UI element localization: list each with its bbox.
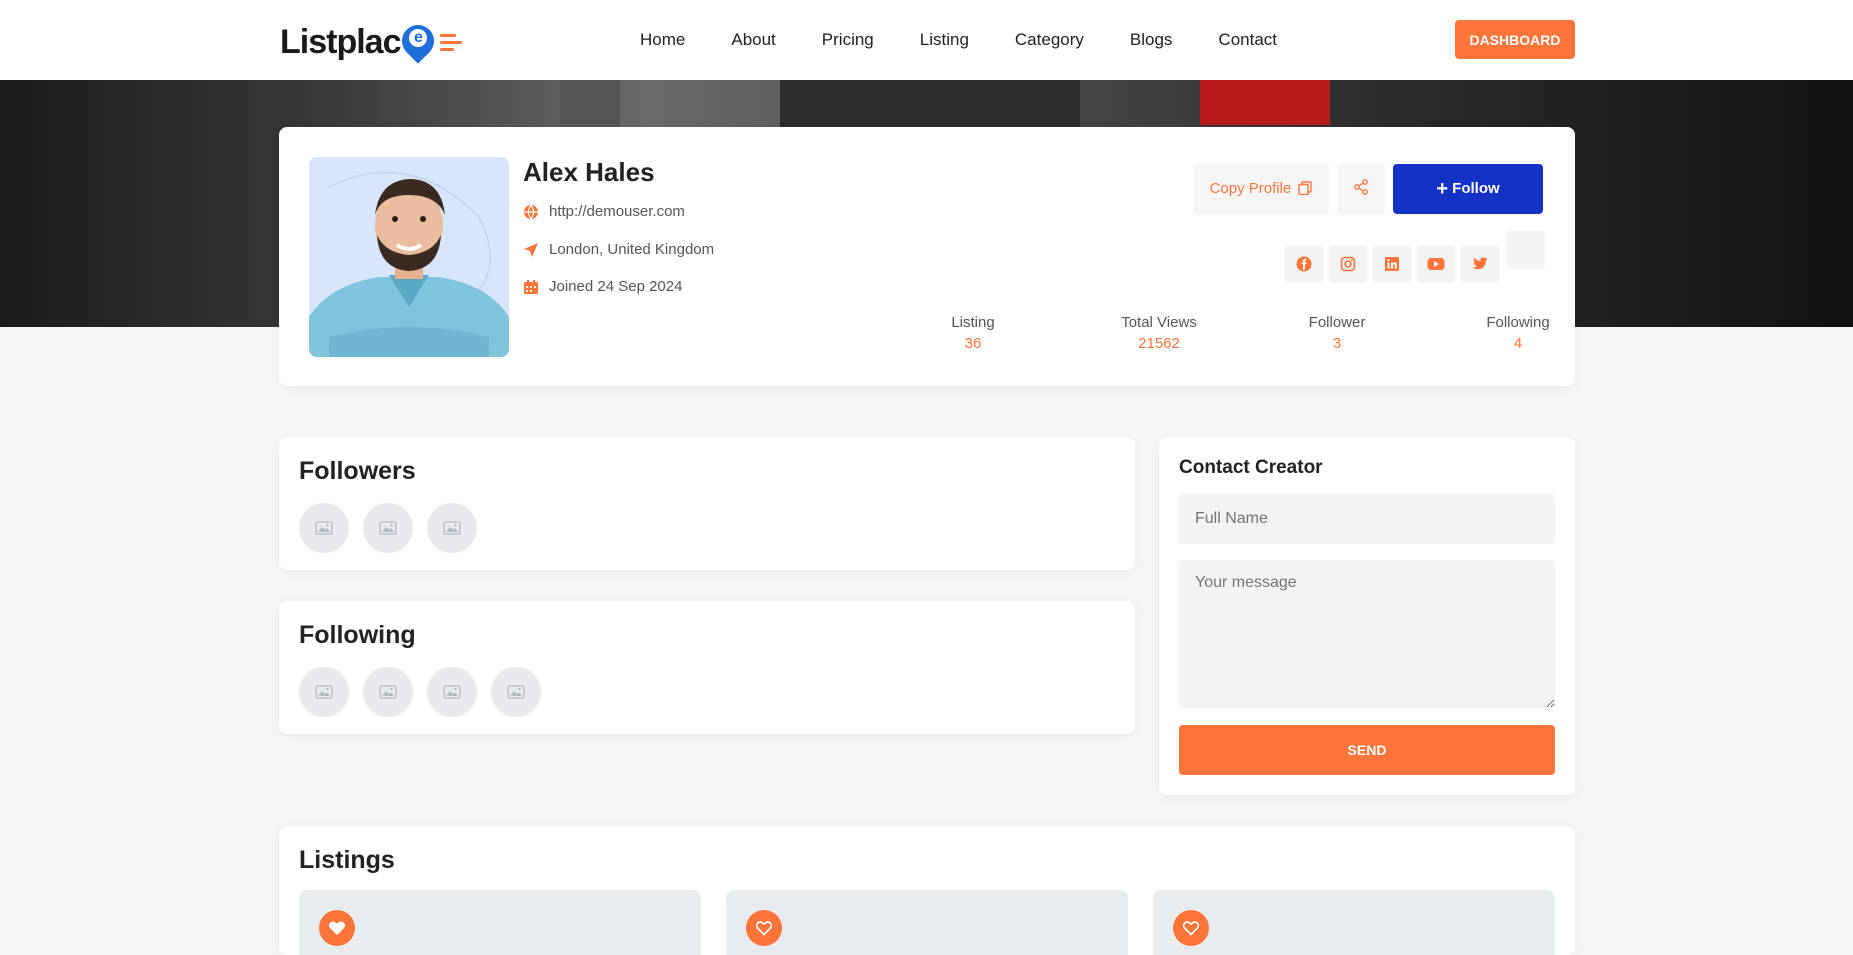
facebook-icon xyxy=(1296,256,1312,272)
send-button[interactable]: SEND xyxy=(1179,725,1555,775)
twitter-icon xyxy=(1472,257,1488,270)
copy-profile-label: Copy Profile xyxy=(1209,180,1292,197)
following-avatar[interactable] xyxy=(491,667,541,717)
logo[interactable]: Listplac e xyxy=(280,18,463,64)
follow-label: Follow xyxy=(1452,179,1500,197)
share-button[interactable] xyxy=(1337,163,1385,214)
image-placeholder-icon xyxy=(379,685,397,699)
facebook-button[interactable] xyxy=(1285,245,1323,283)
favorite-button[interactable] xyxy=(319,910,355,946)
heart-outline-icon xyxy=(755,921,773,936)
listings-title: Listings xyxy=(299,846,395,874)
contact-title: Contact Creator xyxy=(1179,457,1323,478)
image-placeholder-icon xyxy=(443,521,461,535)
follower-avatar[interactable] xyxy=(427,503,477,553)
speed-lines-icon xyxy=(440,33,463,51)
stat-following: Following 4 xyxy=(1473,314,1563,352)
joined-text: Joined 24 Sep 2024 xyxy=(549,278,683,295)
listing-card[interactable] xyxy=(299,890,701,955)
globe-icon xyxy=(524,204,538,219)
nav-category[interactable]: Category xyxy=(1015,30,1084,50)
image-placeholder-icon xyxy=(507,685,525,699)
follower-avatar[interactable] xyxy=(363,503,413,553)
stat-follower: Follower 3 xyxy=(1292,314,1382,352)
main-nav: Home About Pricing Listing Category Blog… xyxy=(640,30,1323,50)
youtube-icon xyxy=(1427,258,1445,270)
heart-filled-icon xyxy=(328,921,346,935)
contact-creator-section: Contact Creator SEND xyxy=(1159,437,1575,795)
linkedin-button[interactable] xyxy=(1373,245,1411,283)
instagram-icon xyxy=(1340,256,1356,272)
image-placeholder-icon xyxy=(379,521,397,535)
heart-outline-icon xyxy=(1182,921,1200,936)
stat-total-views: Total Views 21562 xyxy=(1099,314,1219,352)
instagram-button[interactable] xyxy=(1329,245,1367,283)
following-avatar[interactable] xyxy=(427,667,477,717)
image-placeholder-icon xyxy=(315,521,333,535)
listings-section: Listings xyxy=(279,826,1575,955)
stat-label: Follower xyxy=(1308,314,1366,331)
followers-list xyxy=(299,503,477,553)
profile-card: Alex Hales http://demouser.com London, U… xyxy=(279,127,1575,386)
following-avatar[interactable] xyxy=(299,667,349,717)
stat-value: 21562 xyxy=(1138,335,1180,352)
youtube-button[interactable] xyxy=(1417,245,1455,283)
followers-section: Followers xyxy=(279,437,1135,570)
following-list xyxy=(299,667,541,717)
following-title: Following xyxy=(299,621,416,649)
location-pin-icon: e xyxy=(395,18,442,64)
stat-listing: Listing 36 xyxy=(937,314,1009,352)
avatar xyxy=(309,157,509,357)
following-section: Following xyxy=(279,601,1135,734)
calendar-icon xyxy=(524,279,538,294)
nav-listing[interactable]: Listing xyxy=(920,30,969,50)
location-text: London, United Kingdom xyxy=(549,241,715,258)
logo-text: Listplac xyxy=(280,22,401,61)
share-icon xyxy=(1354,179,1368,195)
plus-icon: + xyxy=(1436,177,1448,200)
twitter-button[interactable] xyxy=(1461,245,1499,283)
full-name-input[interactable] xyxy=(1179,494,1555,544)
image-placeholder-icon xyxy=(315,685,333,699)
nav-pricing[interactable]: Pricing xyxy=(822,30,874,50)
following-avatar[interactable] xyxy=(363,667,413,717)
website-link[interactable]: http://demouser.com xyxy=(549,203,685,220)
listing-card[interactable] xyxy=(726,890,1128,955)
stat-value: 3 xyxy=(1332,335,1342,352)
copy-profile-button[interactable]: Copy Profile xyxy=(1193,163,1329,214)
social-links xyxy=(1285,245,1499,283)
stat-label: Total Views xyxy=(1121,314,1197,331)
profile-name: Alex Hales xyxy=(523,157,655,187)
location-arrow-icon xyxy=(524,242,538,257)
nav-blogs[interactable]: Blogs xyxy=(1130,30,1173,50)
nav-home[interactable]: Home xyxy=(640,30,685,50)
nav-about[interactable]: About xyxy=(731,30,775,50)
website-row: http://demouser.com xyxy=(523,203,685,220)
linkedin-icon xyxy=(1385,257,1399,271)
navbar: Listplac e Home About Pricing Listing Ca… xyxy=(0,0,1853,80)
favorite-button[interactable] xyxy=(746,910,782,946)
copy-icon xyxy=(1298,181,1313,196)
nav-contact[interactable]: Contact xyxy=(1218,30,1277,50)
social-button-extra[interactable] xyxy=(1507,231,1545,269)
location-row: London, United Kingdom xyxy=(523,241,714,258)
stat-label: Listing xyxy=(951,314,995,331)
follower-avatar[interactable] xyxy=(299,503,349,553)
stat-value: 36 xyxy=(964,335,982,352)
followers-title: Followers xyxy=(299,457,416,485)
image-placeholder-icon xyxy=(443,685,461,699)
stat-value: 4 xyxy=(1513,335,1523,352)
stat-label: Following xyxy=(1486,314,1550,331)
message-textarea[interactable] xyxy=(1179,560,1555,708)
follow-button[interactable]: + Follow xyxy=(1393,164,1543,214)
favorite-button[interactable] xyxy=(1173,910,1209,946)
listing-card[interactable] xyxy=(1153,890,1555,955)
joined-row: Joined 24 Sep 2024 xyxy=(523,278,682,295)
dashboard-button[interactable]: DASHBOARD xyxy=(1455,20,1575,59)
